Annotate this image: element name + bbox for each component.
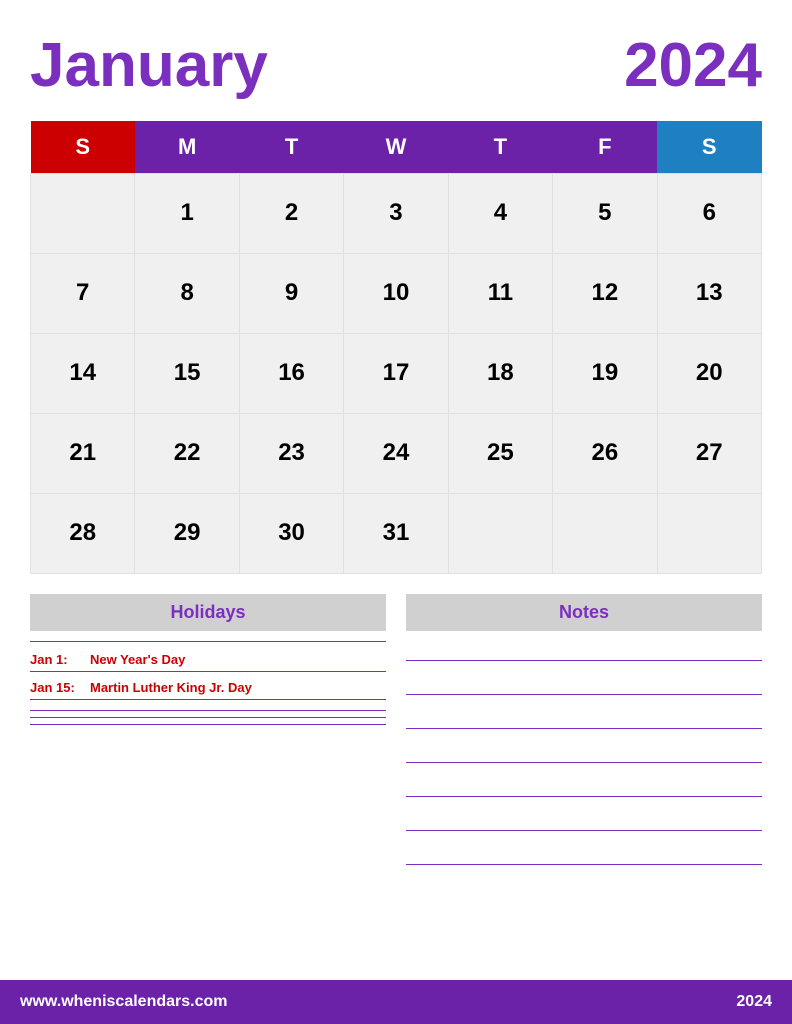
calendar-cell xyxy=(553,493,657,573)
holiday-item: Jan 1:New Year's Day xyxy=(30,648,386,672)
holiday-extra-line-1 xyxy=(30,710,386,711)
holiday-name: Martin Luther King Jr. Day xyxy=(90,680,252,695)
calendar-row: 28293031 xyxy=(31,493,762,573)
calendar-row: 21222324252627 xyxy=(31,413,762,493)
calendar-cell: 31 xyxy=(344,493,448,573)
calendar-cell: 25 xyxy=(448,413,552,493)
note-line-6 xyxy=(406,811,762,831)
calendar-cell: 2 xyxy=(239,173,343,253)
calendar-cell: 5 xyxy=(553,173,657,253)
calendar-header-row: S M T W T F S xyxy=(31,121,762,173)
bottom-section: Holidays Jan 1:New Year's DayJan 15:Mart… xyxy=(30,594,762,981)
year-title: 2024 xyxy=(624,30,762,101)
col-header-tue: T xyxy=(239,121,343,173)
note-line-4 xyxy=(406,743,762,763)
calendar-cell: 9 xyxy=(239,253,343,333)
calendar-cell: 26 xyxy=(553,413,657,493)
calendar-wrapper: S M T W T F S 12345678910111213141516171… xyxy=(30,121,762,574)
calendar-cell: 10 xyxy=(344,253,448,333)
notes-header: Notes xyxy=(406,594,762,631)
calendar-cell: 13 xyxy=(657,253,761,333)
holidays-panel: Holidays Jan 1:New Year's DayJan 15:Mart… xyxy=(30,594,386,981)
calendar-cell xyxy=(657,493,761,573)
calendar-header: January 2024 xyxy=(30,30,762,101)
calendar-table: S M T W T F S 12345678910111213141516171… xyxy=(30,121,762,574)
calendar-cell: 19 xyxy=(553,333,657,413)
col-header-thu: T xyxy=(448,121,552,173)
calendar-cell: 8 xyxy=(135,253,239,333)
col-header-sun: S xyxy=(31,121,135,173)
month-title: January xyxy=(30,30,268,101)
col-header-mon: M xyxy=(135,121,239,173)
calendar-cell: 15 xyxy=(135,333,239,413)
calendar-cell: 14 xyxy=(31,333,135,413)
holidays-header: Holidays xyxy=(30,594,386,631)
note-line-5 xyxy=(406,777,762,797)
calendar-row: 78910111213 xyxy=(31,253,762,333)
calendar-row: 123456 xyxy=(31,173,762,253)
holidays-list: Jan 1:New Year's DayJan 15:Martin Luther… xyxy=(30,648,386,700)
note-line-1 xyxy=(406,641,762,661)
calendar-row: 14151617181920 xyxy=(31,333,762,413)
page: January 2024 S M T W T F S 1234567891011… xyxy=(0,0,792,1024)
calendar-cell: 18 xyxy=(448,333,552,413)
calendar-cell: 6 xyxy=(657,173,761,253)
holidays-extra-lines xyxy=(30,710,386,725)
col-header-fri: F xyxy=(553,121,657,173)
holiday-date: Jan 15: xyxy=(30,680,90,695)
calendar-cell: 12 xyxy=(553,253,657,333)
calendar-cell: 16 xyxy=(239,333,343,413)
calendar-cell: 3 xyxy=(344,173,448,253)
calendar-cell: 4 xyxy=(448,173,552,253)
note-line-2 xyxy=(406,675,762,695)
footer: www.wheniscalendars.com 2024 xyxy=(0,980,792,1024)
calendar-body: 1234567891011121314151617181920212223242… xyxy=(31,173,762,573)
calendar-cell: 28 xyxy=(31,493,135,573)
footer-year: 2024 xyxy=(736,993,772,1011)
holiday-top-line xyxy=(30,641,386,642)
calendar-cell: 1 xyxy=(135,173,239,253)
col-header-wed: W xyxy=(344,121,448,173)
calendar-cell: 17 xyxy=(344,333,448,413)
calendar-cell: 20 xyxy=(657,333,761,413)
footer-url: www.wheniscalendars.com xyxy=(20,993,227,1011)
holiday-date: Jan 1: xyxy=(30,652,90,667)
calendar-cell: 11 xyxy=(448,253,552,333)
holiday-name: New Year's Day xyxy=(90,652,185,667)
calendar-cell xyxy=(448,493,552,573)
calendar-cell: 23 xyxy=(239,413,343,493)
calendar-cell: 30 xyxy=(239,493,343,573)
calendar-cell xyxy=(31,173,135,253)
note-line-7 xyxy=(406,845,762,865)
calendar-cell: 21 xyxy=(31,413,135,493)
col-header-sat: S xyxy=(657,121,761,173)
holiday-extra-line-3 xyxy=(30,724,386,725)
holiday-item: Jan 15:Martin Luther King Jr. Day xyxy=(30,676,386,700)
calendar-cell: 24 xyxy=(344,413,448,493)
note-line-3 xyxy=(406,709,762,729)
calendar-cell: 7 xyxy=(31,253,135,333)
notes-panel: Notes xyxy=(406,594,762,981)
calendar-cell: 29 xyxy=(135,493,239,573)
calendar-cell: 22 xyxy=(135,413,239,493)
holiday-extra-line-2 xyxy=(30,717,386,718)
calendar-cell: 27 xyxy=(657,413,761,493)
